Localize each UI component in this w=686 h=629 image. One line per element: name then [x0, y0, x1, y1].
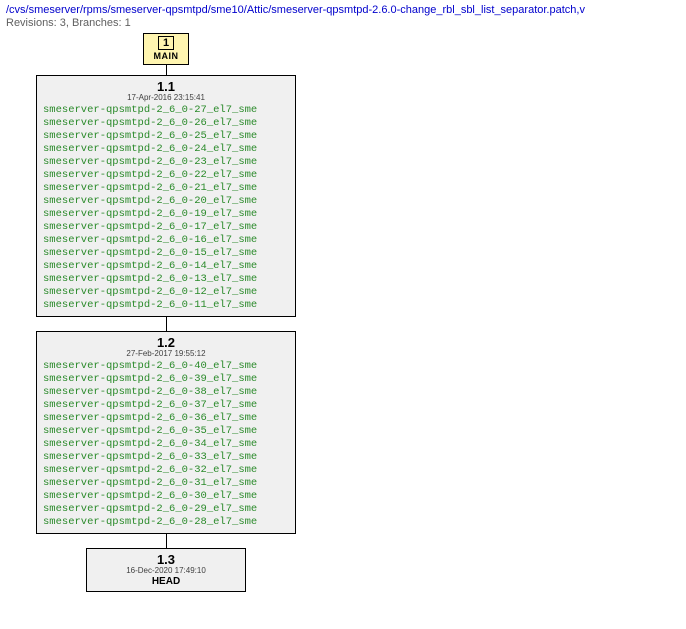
tag: smeserver-qpsmtpd-2_6_0-36_el7_sme: [43, 412, 289, 425]
tag: smeserver-qpsmtpd-2_6_0-40_el7_sme: [43, 360, 289, 373]
connector-line: [166, 65, 167, 75]
tag-list: smeserver-qpsmtpd-2_6_0-27_el7_sme smese…: [43, 104, 289, 312]
tag: smeserver-qpsmtpd-2_6_0-32_el7_sme: [43, 464, 289, 477]
tag: smeserver-qpsmtpd-2_6_0-38_el7_sme: [43, 386, 289, 399]
tag: smeserver-qpsmtpd-2_6_0-13_el7_sme: [43, 273, 289, 286]
revision-date: 27-Feb-2017 19:55:12: [43, 349, 289, 358]
revision-node-1-2[interactable]: 1.2 27-Feb-2017 19:55:12 smeserver-qpsmt…: [36, 331, 296, 534]
revision-graph: 1 MAIN 1.1 17-Apr-2016 23:15:41 smeserve…: [6, 33, 680, 592]
connector-line: [166, 317, 167, 331]
revision-date: 16-Dec-2020 17:49:10: [93, 566, 239, 575]
tag: smeserver-qpsmtpd-2_6_0-25_el7_sme: [43, 130, 289, 143]
branch-number: 1: [158, 36, 174, 50]
tag: smeserver-qpsmtpd-2_6_0-16_el7_sme: [43, 234, 289, 247]
tag-list: smeserver-qpsmtpd-2_6_0-40_el7_sme smese…: [43, 360, 289, 529]
tag: smeserver-qpsmtpd-2_6_0-12_el7_sme: [43, 286, 289, 299]
tag: smeserver-qpsmtpd-2_6_0-24_el7_sme: [43, 143, 289, 156]
tag: smeserver-qpsmtpd-2_6_0-37_el7_sme: [43, 399, 289, 412]
tag: smeserver-qpsmtpd-2_6_0-28_el7_sme: [43, 516, 289, 529]
tag: smeserver-qpsmtpd-2_6_0-14_el7_sme: [43, 260, 289, 273]
tag: smeserver-qpsmtpd-2_6_0-17_el7_sme: [43, 221, 289, 234]
tag: smeserver-qpsmtpd-2_6_0-21_el7_sme: [43, 182, 289, 195]
tag: smeserver-qpsmtpd-2_6_0-39_el7_sme: [43, 373, 289, 386]
tag: smeserver-qpsmtpd-2_6_0-26_el7_sme: [43, 117, 289, 130]
tag: smeserver-qpsmtpd-2_6_0-30_el7_sme: [43, 490, 289, 503]
tag: smeserver-qpsmtpd-2_6_0-29_el7_sme: [43, 503, 289, 516]
tag: smeserver-qpsmtpd-2_6_0-27_el7_sme: [43, 104, 289, 117]
branch-box-main[interactable]: 1 MAIN: [143, 33, 189, 65]
revision-node-1-3[interactable]: 1.3 16-Dec-2020 17:49:10 HEAD: [86, 548, 246, 592]
revision-branch-count: Revisions: 3, Branches: 1: [6, 17, 680, 29]
tag: smeserver-qpsmtpd-2_6_0-11_el7_sme: [43, 299, 289, 312]
tag: smeserver-qpsmtpd-2_6_0-31_el7_sme: [43, 477, 289, 490]
tag: smeserver-qpsmtpd-2_6_0-34_el7_sme: [43, 438, 289, 451]
head-label: HEAD: [93, 576, 239, 587]
tag: smeserver-qpsmtpd-2_6_0-22_el7_sme: [43, 169, 289, 182]
revision-number: 1.1: [43, 79, 289, 94]
tag: smeserver-qpsmtpd-2_6_0-33_el7_sme: [43, 451, 289, 464]
file-path: /cvs/smeserver/rpms/smeserver-qpsmtpd/sm…: [6, 4, 680, 16]
branch-name: MAIN: [152, 51, 180, 61]
revision-number: 1.2: [43, 335, 289, 350]
revision-node-1-1[interactable]: 1.1 17-Apr-2016 23:15:41 smeserver-qpsmt…: [36, 75, 296, 317]
tag: smeserver-qpsmtpd-2_6_0-35_el7_sme: [43, 425, 289, 438]
revision-date: 17-Apr-2016 23:15:41: [43, 93, 289, 102]
tag: smeserver-qpsmtpd-2_6_0-19_el7_sme: [43, 208, 289, 221]
revision-number: 1.3: [93, 552, 239, 567]
tag: smeserver-qpsmtpd-2_6_0-15_el7_sme: [43, 247, 289, 260]
tag: smeserver-qpsmtpd-2_6_0-20_el7_sme: [43, 195, 289, 208]
connector-line: [166, 534, 167, 548]
tag: smeserver-qpsmtpd-2_6_0-23_el7_sme: [43, 156, 289, 169]
